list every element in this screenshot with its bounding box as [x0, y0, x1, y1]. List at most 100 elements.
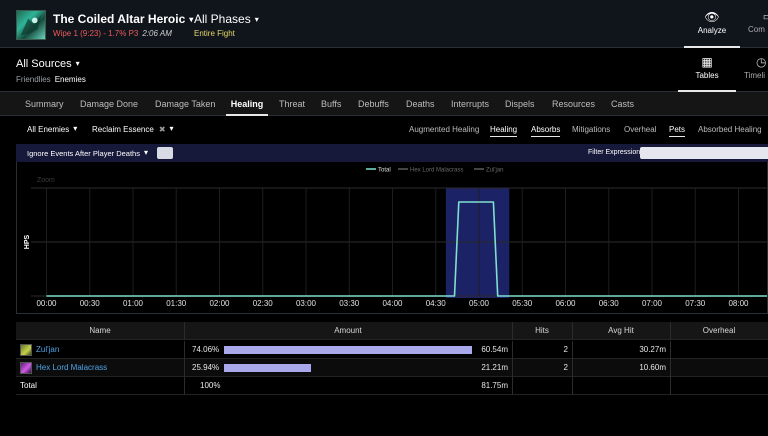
tab-interrupts[interactable]: Interrupts — [451, 92, 489, 116]
chevron-down-icon: ▾ — [189, 15, 194, 24]
fight-info: Wipe 1 (9:23) - 1.7% P3 2:06 AM — [53, 29, 172, 38]
column-divider — [184, 341, 185, 359]
fight-selector[interactable]: The Coiled Altar Heroic ▾ — [53, 12, 193, 26]
chevron-down-icon: ▾ — [254, 15, 259, 24]
tab-healing[interactable]: Healing — [226, 92, 268, 116]
total-percent: 100% — [200, 381, 221, 390]
clear-icon[interactable]: ✖ — [159, 125, 166, 134]
tables-label: Tables — [695, 71, 719, 80]
event-filter-bar: Ignore Events After Player Deaths ▾ Filte… — [16, 144, 768, 162]
tab-dispels[interactable]: Dispels — [505, 92, 535, 116]
fight-time: 2:06 AM — [142, 29, 172, 38]
column-divider — [184, 377, 185, 395]
table-row[interactable]: Zul'jan 74.06% 60.54m 2 30.27m — [16, 341, 768, 359]
row-amount: 21.21m — [481, 363, 508, 372]
x-tick-label: 00:00 — [36, 299, 57, 308]
friendlies-option[interactable]: Friendlies — [16, 75, 51, 84]
table-total-row: Total 100% 81.75m — [16, 377, 768, 395]
amount-bar — [224, 346, 472, 354]
col-name[interactable]: Name — [16, 322, 184, 340]
col-avg-hit[interactable]: Avg Hit — [572, 322, 670, 340]
chevron-down-icon: ▾ — [169, 124, 174, 133]
row-name[interactable]: Hex Lord Malacrass — [36, 359, 107, 377]
x-tick-label: 06:00 — [555, 299, 576, 308]
x-tick-label: 05:00 — [469, 299, 490, 308]
x-tick-label: 08:00 — [728, 299, 749, 308]
table-grid-icon: ▦ — [701, 55, 713, 69]
top-bar: The Coiled Altar Heroic ▾ Wipe 1 (9:23) -… — [0, 0, 768, 48]
row-avg-hit: 10.60m — [639, 363, 666, 372]
phase-title: All Phases — [194, 12, 251, 26]
source-filter: Friendlies Enemies — [16, 75, 86, 84]
timeline-label: Timeli — [744, 71, 766, 80]
sources-bar: All Sources ▾ Friendlies Enemies ▦ Tables … — [0, 48, 768, 92]
phase-selector[interactable]: All Phases ▾ — [194, 12, 259, 26]
filter-expression-input[interactable] — [640, 147, 768, 159]
col-overheal[interactable]: Overheal — [670, 322, 768, 340]
y-axis-label: HPS — [24, 234, 31, 249]
ability-dropdown-label: Reclaim Essence — [92, 125, 154, 134]
chevron-down-icon: ▾ — [75, 59, 80, 68]
x-tick-label: 07:00 — [642, 299, 663, 308]
table-row[interactable]: Hex Lord Malacrass 25.94% 21.21m 2 10.60… — [16, 359, 768, 377]
row-amount: 60.54m — [481, 345, 508, 354]
x-tick-label: 04:00 — [382, 299, 403, 308]
analysis-tabs: Summary Damage Done Damage Taken Healing… — [0, 92, 768, 116]
compare-button[interactable]: ▭ Com — [748, 0, 768, 48]
row-percent: 25.94% — [192, 363, 220, 372]
sources-selector[interactable]: All Sources ▾ — [16, 58, 80, 70]
x-tick-label: 00:30 — [80, 299, 101, 308]
compare-icon: ▭ — [748, 10, 768, 23]
enemies-option[interactable]: Enemies — [55, 75, 86, 84]
total-amount: 81.75m — [481, 381, 508, 390]
x-tick-label: 01:00 — [123, 299, 144, 308]
tab-debuffs[interactable]: Debuffs — [358, 92, 389, 116]
wipe-status: Wipe 1 (9:23) - 1.7% P3 — [53, 29, 139, 38]
boss-portrait-icon[interactable] — [16, 10, 46, 40]
tab-summary[interactable]: Summary — [25, 92, 64, 116]
fight-title: The Coiled Altar Heroic — [53, 12, 186, 26]
col-amount[interactable]: Amount — [184, 322, 512, 340]
option-pets[interactable]: Pets — [669, 125, 686, 137]
ability-dropdown[interactable]: Reclaim Essence ✖ ▾ — [92, 124, 174, 134]
option-healing[interactable]: Healing — [490, 125, 518, 137]
tab-buffs[interactable]: Buffs — [321, 92, 341, 116]
option-overheal[interactable]: Overheal — [624, 125, 656, 134]
x-tick-label: 05:30 — [512, 299, 533, 308]
row-percent: 74.06% — [192, 345, 220, 354]
option-absorbed-healing[interactable]: Absorbed Healing — [698, 125, 762, 134]
analyze-button[interactable]: 👁 Analyze — [684, 0, 740, 48]
tab-casts[interactable]: Casts — [611, 92, 634, 116]
ignore-deaths-dropdown[interactable]: Ignore Events After Player Deaths ▾ — [27, 148, 148, 158]
x-tick-label: 02:00 — [209, 299, 230, 308]
option-mitigations[interactable]: Mitigations — [572, 125, 610, 134]
tables-view-button[interactable]: ▦ Tables — [678, 48, 736, 92]
tab-damage-taken[interactable]: Damage Taken — [155, 92, 215, 116]
row-avg-hit: 30.27m — [639, 345, 666, 354]
tab-resources[interactable]: Resources — [552, 92, 595, 116]
analyze-label: Analyze — [697, 26, 727, 35]
legend-label: Total — [378, 168, 391, 174]
column-divider — [670, 377, 671, 395]
filter-expression-label: Filter Expression: — [588, 149, 643, 156]
row-name[interactable]: Zul'jan — [36, 341, 59, 359]
option-absorbs[interactable]: Absorbs — [531, 125, 561, 137]
row-overheal — [670, 359, 764, 377]
hex-lord-icon — [20, 362, 32, 374]
col-hits[interactable]: Hits — [512, 322, 572, 340]
amount-bar — [224, 364, 311, 372]
ignore-deaths-toggle[interactable] — [157, 147, 173, 159]
x-tick-label: 01:30 — [166, 299, 187, 308]
total-label: Total — [20, 381, 37, 390]
table-header: Name Amount Hits Avg Hit Overheal — [16, 322, 768, 340]
tab-threat[interactable]: Threat — [279, 92, 305, 116]
healing-chart[interactable]: 00:00 00:30 01:00 01:30 02:00 02:30 03:00 03:30… — [16, 162, 768, 314]
column-divider — [512, 377, 513, 395]
enemies-dropdown[interactable]: All Enemies ▾ — [27, 124, 77, 134]
tab-damage-done[interactable]: Damage Done — [80, 92, 138, 116]
tab-deaths[interactable]: Deaths — [406, 92, 435, 116]
ignore-deaths-label: Ignore Events After Player Deaths — [27, 149, 140, 158]
phase-subtitle: Entire Fight — [194, 29, 235, 38]
option-augmented-healing[interactable]: Augmented Healing — [409, 125, 479, 134]
timeline-view-button[interactable]: ◷ Timeli — [744, 48, 768, 92]
